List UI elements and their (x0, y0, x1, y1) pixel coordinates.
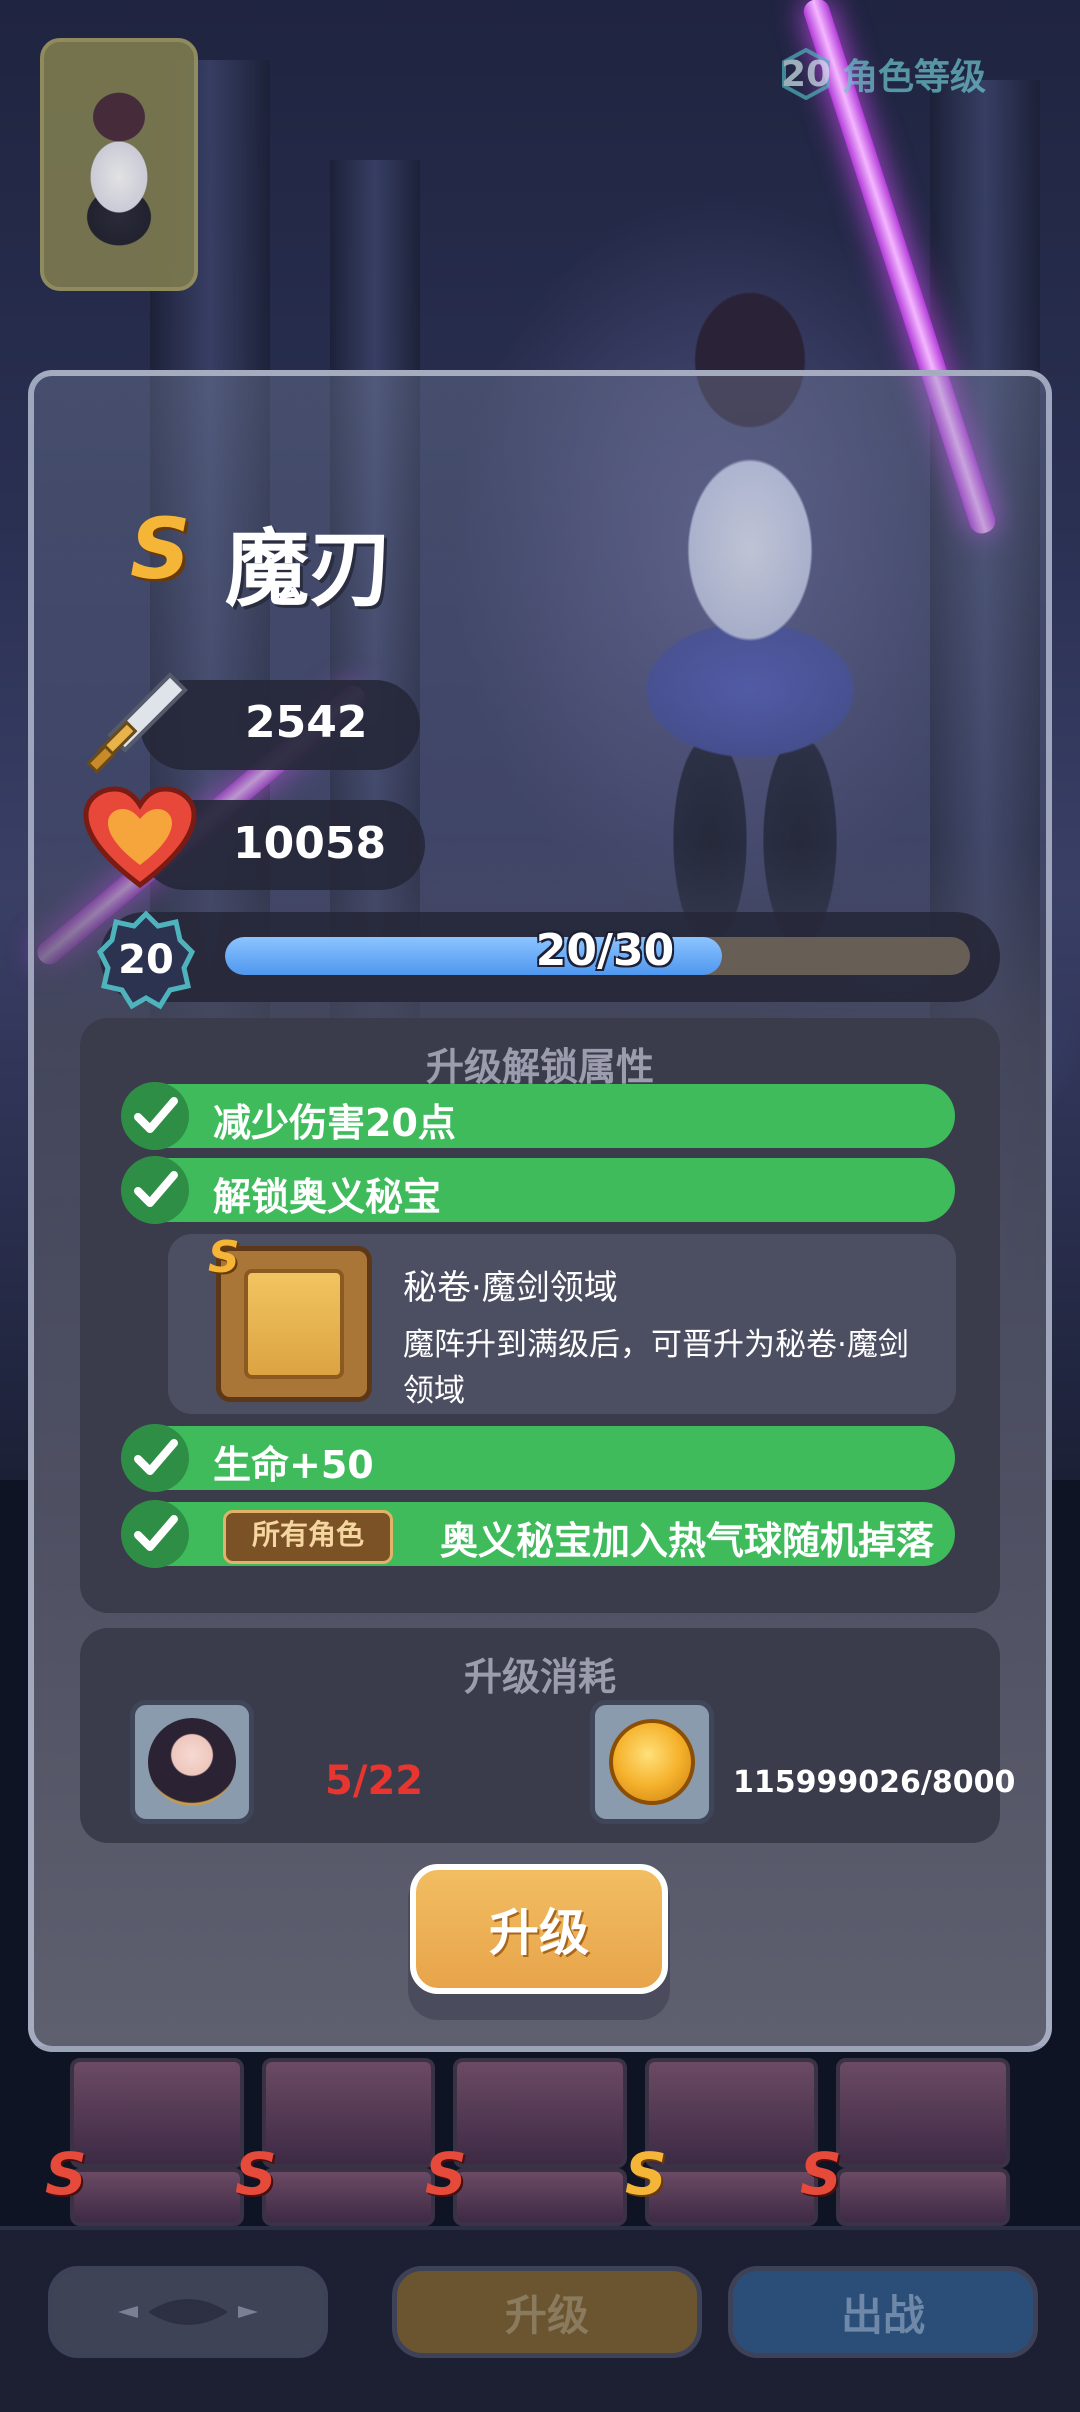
back-button[interactable] (48, 2266, 328, 2358)
hero-level: 20 (118, 937, 174, 983)
cost-section-title: 升级消耗 (463, 1655, 616, 1699)
check-icon (121, 1424, 189, 1492)
roster-row (70, 2168, 1010, 2226)
hero-name: 魔刃 (225, 520, 394, 618)
roster-rank-badge: S (800, 2140, 842, 2208)
check-icon (121, 1082, 189, 1150)
hero-rank-badge: S (130, 500, 191, 598)
roster-card[interactable] (644, 2058, 819, 2168)
roster-rank-badge: S (45, 2140, 87, 2208)
unlock-row: 解锁奥义秘宝 (121, 1156, 955, 1224)
nav-upgrade-button[interactable]: 升级 (392, 2266, 702, 2358)
ornament-icon (118, 2299, 258, 2325)
pixel-sprite-icon (64, 62, 174, 262)
treasure-card[interactable]: S 秘卷·魔剑领域 魔阵升到满级后，可晋升为秘卷·魔剑领域 (168, 1232, 956, 1414)
roster-card[interactable] (644, 2168, 819, 2226)
fragment-count: 5/22 (325, 1758, 424, 1804)
unlock-section-title: 升级解锁属性 (425, 1045, 654, 1089)
level-label: 角色等级 (842, 57, 987, 98)
roster-card[interactable] (70, 2058, 244, 2168)
sword-icon (70, 665, 200, 785)
character-level-indicator: 20 角色等级 (780, 48, 986, 100)
unlock-row: 所有角色 奥义秘宝加入热气球随机掉落 (121, 1500, 955, 1568)
unlock-row-label: 生命+50 (213, 1443, 374, 1487)
unlock-row-label: 奥义秘宝加入热气球随机掉落 (440, 1519, 935, 1563)
treasure-description: 魔阵升到满级后，可晋升为秘卷·魔剑领域 (403, 1327, 909, 1409)
unlock-row: 减少伤害20点 (121, 1082, 955, 1150)
roster-card[interactable] (836, 2058, 1010, 2168)
xp-text: 20/30 (535, 925, 675, 976)
unlock-row-label: 减少伤害20点 (213, 1101, 456, 1145)
roster-card[interactable] (453, 2058, 627, 2168)
roster-rank-badge: S (235, 2140, 277, 2208)
attack-value: 2542 (245, 697, 368, 748)
treasure-rank-badge: S (208, 1232, 240, 1283)
nav-battle-button[interactable]: 出战 (728, 2266, 1038, 2358)
roster-card[interactable] (70, 2168, 244, 2226)
hero-portrait-icon (148, 1718, 236, 1806)
unlock-row-label: 解锁奥义秘宝 (213, 1175, 442, 1219)
gold-coin-icon (609, 1719, 695, 1805)
level-badge-icon: 20 (96, 910, 196, 1010)
gold-slot[interactable] (590, 1700, 714, 1824)
hp-value: 10058 (233, 818, 387, 869)
hero-fragment-slot[interactable] (130, 1700, 254, 1824)
level-hex-icon: 20 (780, 48, 832, 100)
check-icon (121, 1156, 189, 1224)
heart-icon (75, 780, 205, 900)
upgrade-button[interactable]: 升级 (410, 1864, 668, 1994)
unlock-row: 生命+50 (121, 1424, 955, 1492)
hero-pixel-avatar[interactable] (40, 38, 198, 291)
treasure-title: 秘卷·魔剑领域 (403, 1268, 618, 1308)
check-icon (121, 1500, 189, 1568)
level-value: 20 (780, 53, 832, 95)
roster-row (70, 2058, 1010, 2168)
gold-count: 115999026/8000 (733, 1765, 1016, 1800)
roster-rank-badge: S (425, 2140, 467, 2208)
roster-card[interactable] (453, 2168, 627, 2226)
roster-card[interactable] (261, 2168, 436, 2226)
roster-card[interactable] (261, 2058, 436, 2168)
all-characters-tag: 所有角色 (223, 1510, 394, 1564)
roster-rank-badge: S (625, 2140, 667, 2208)
roster-card[interactable] (836, 2168, 1010, 2226)
